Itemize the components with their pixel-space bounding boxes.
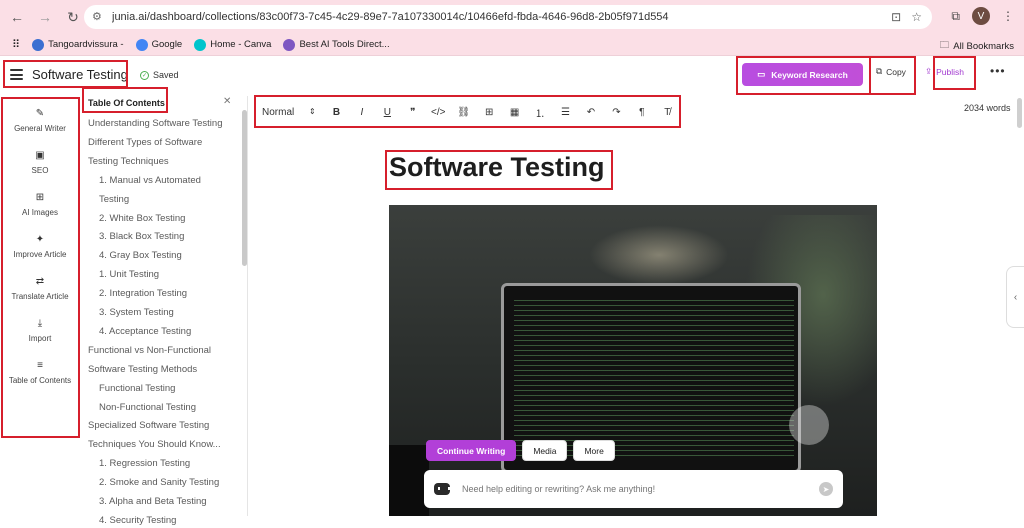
toc-item[interactable]: 1. Unit Testing [99,267,159,282]
toolbar-highlight [254,95,681,128]
toc-item[interactable]: Different Types of Software [88,135,202,150]
toc-item[interactable]: 2. Smoke and Sanity Testing [99,475,219,490]
toc-item[interactable]: 3. System Testing [99,305,174,320]
keyword-highlight [736,56,871,95]
sidebar-highlight [1,97,80,438]
saved-status: ✓ Saved [140,70,179,80]
toc-scrollbar[interactable] [242,110,247,266]
send-icon[interactable]: ➤ [819,482,833,496]
url-text[interactable]: junia.ai/dashboard/collections/83c00f73-… [112,11,891,23]
heading-highlight [385,150,613,190]
browser-actions: ⧉ V ⋮ [951,7,1014,25]
close-icon[interactable]: ✕ [223,96,231,107]
robot-icon [434,483,450,495]
bookmark-label: Google [151,39,183,50]
toc-item[interactable]: 4. Security Testing [99,513,176,528]
bookmark-label: Home - Canva [210,39,272,50]
table-of-contents-panel: Table Of Contents ✕ Understanding Softwa… [80,96,248,526]
toc-item[interactable]: 3. Black Box Testing [99,229,184,244]
toc-item[interactable]: Testing [99,192,129,207]
toc-item[interactable]: 1. Manual vs Automated [99,173,201,188]
bookmark-item[interactable]: Home - Canva [194,38,272,51]
ai-action-tabs: Continue Writing Media More [426,440,615,461]
bookmarks-bar: ⠿ Tangoardvissura - Google Home - Canva Bes… [0,34,1024,56]
toc-item[interactable]: 2. White Box Testing [99,211,185,226]
ai-tab-media[interactable]: Media [522,440,568,461]
extensions-icon[interactable]: ⧉ [951,9,960,24]
bookmark-favicon-icon [283,38,296,51]
bookmark-favicon-icon [135,38,148,51]
more-options-icon[interactable]: ••• [990,64,1006,78]
word-count: 2034 words [964,103,1011,113]
check-icon: ✓ [140,70,149,80]
bookmark-item[interactable]: Best AI Tools Direct... [283,38,390,51]
ai-prompt-box: ➤ [424,470,843,508]
copy-highlight [869,56,916,95]
toc-item[interactable]: 3. Alpha and Beta Testing [99,494,207,509]
toc-item[interactable]: Specialized Software Testing [88,418,209,433]
toc-item[interactable]: Software Testing Methods [88,362,197,377]
ai-tab-continue-writing[interactable]: Continue Writing [426,440,517,461]
bookmark-item[interactable]: Tangoardvissura - [32,38,124,51]
avatar[interactable]: V [972,7,990,25]
upload-icon: ⇪ [925,66,933,76]
bookmark-label: Tangoardvissura - [48,39,124,50]
chevron-left-icon[interactable]: ‹ [1006,266,1024,328]
toc-item[interactable]: Functional Testing [99,381,175,396]
title-highlight [3,60,128,88]
reload-icon[interactable]: ↻ [62,6,84,28]
toc-item[interactable]: Understanding Software Testing [88,116,223,131]
toc-item[interactable]: Techniques You Should Know... [88,437,221,452]
folder-icon: 🗀 [939,40,950,51]
ai-prompt-input[interactable] [462,484,819,494]
site-info-icon[interactable]: ⚙ [92,10,106,24]
menu-icon[interactable]: ⋮ [1002,9,1014,23]
apps-icon[interactable]: ⠿ [12,38,20,51]
bookmark-favicon-icon [194,38,207,51]
back-icon[interactable]: ← [6,6,28,28]
bookmark-label: Best AI Tools Direct... [299,39,390,50]
publish-highlight [933,56,976,90]
bookmark-item[interactable]: Google [135,38,183,51]
install-icon[interactable]: ⊡ [891,10,901,24]
toc-title-highlight [82,87,168,113]
star-icon[interactable]: ☆ [911,10,922,24]
forward-icon[interactable]: → [34,6,56,28]
ai-tab-more[interactable]: More [573,440,615,461]
all-bookmarks-label: All Bookmarks [953,40,1014,52]
toc-item[interactable]: 4. Acceptance Testing [99,324,191,339]
address-bar[interactable]: ⚙ junia.ai/dashboard/collections/83c00f7… [84,5,932,29]
all-bookmarks[interactable]: 🗀 All Bookmarks [940,38,1014,54]
toc-item[interactable]: 2. Integration Testing [99,286,187,301]
editor-scrollbar[interactable] [1017,98,1022,128]
toc-item[interactable]: Functional vs Non-Functional [88,343,211,358]
toc-item[interactable]: Testing Techniques [88,154,169,169]
toc-item[interactable]: 1. Regression Testing [99,456,190,471]
bookmark-favicon-icon [32,38,45,51]
toc-item[interactable]: Non-Functional Testing [99,400,196,415]
toc-item[interactable]: 4. Gray Box Testing [99,248,182,263]
saved-label: Saved [153,70,179,80]
